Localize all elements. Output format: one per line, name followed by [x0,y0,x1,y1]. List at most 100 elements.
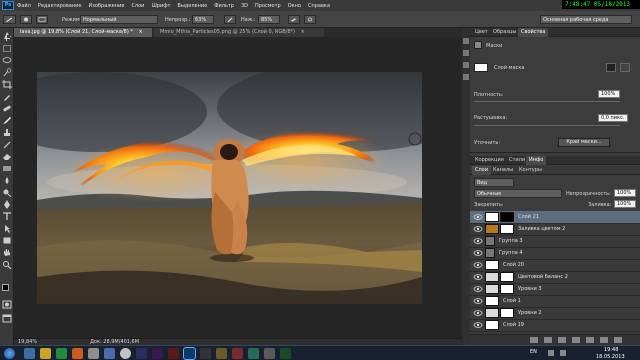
gradient-tool[interactable] [2,164,12,173]
volume-icon[interactable] [560,350,566,356]
blend-mode-dropdown[interactable]: Обычные [474,189,562,198]
photoshop-taskbar-icon[interactable] [183,347,196,360]
eraser-tool[interactable] [2,152,12,161]
mode-dropdown[interactable]: Нормальный [80,15,158,24]
menu-file[interactable]: Файл [17,3,31,9]
taskbar-date[interactable]: 18.05.2013 [596,354,625,360]
layer-row[interactable]: Слой 19 [470,319,640,332]
image-canvas[interactable] [37,72,422,304]
app-icon[interactable] [264,348,275,359]
vector-mask-button[interactable] [620,63,630,72]
tab-close-icon[interactable]: × [139,29,143,35]
app-icon[interactable] [88,348,99,359]
layer-thumbnail[interactable] [485,284,499,294]
app-icon[interactable] [232,348,243,359]
lasso-tool[interactable] [2,56,12,65]
language-indicator[interactable]: EN [530,349,537,355]
type-tool[interactable] [2,212,12,221]
layer-mask-thumbnail[interactable] [500,308,514,318]
layer-mask-thumbnail[interactable] [474,63,488,72]
brush-size-picker[interactable] [20,15,32,24]
mask-edge-button[interactable]: Край маски... [558,138,610,147]
link-layers-icon[interactable] [530,337,538,343]
quick-select-tool[interactable] [2,68,12,77]
layer-thumbnail[interactable] [485,248,495,258]
move-tool[interactable] [2,32,12,41]
eye-icon[interactable] [473,320,483,330]
explorer-icon[interactable] [24,348,35,359]
shape-tool[interactable] [2,236,12,245]
chrome-icon[interactable] [120,348,131,359]
premiere-icon[interactable] [152,348,163,359]
menu-edit[interactable]: Редактирование [38,3,82,9]
layer-opacity-field[interactable]: 100% [614,189,636,197]
flow-field[interactable]: 85% [258,15,280,24]
add-mask-icon[interactable] [558,337,566,343]
media-icon[interactable] [56,348,67,359]
opacity-field[interactable]: 63% [192,15,214,24]
tab-lava-document[interactable]: lava.jpg @ 19,8% (Слой 21, Слой-маска/8)… [14,28,152,37]
density-field[interactable]: 100% [598,90,620,98]
dodge-tool[interactable] [2,188,12,197]
app-icon[interactable] [104,348,115,359]
menu-help[interactable]: Справка [308,3,330,9]
tab-channels[interactable]: Каналы [490,166,516,175]
menu-window[interactable]: Окно [288,3,301,9]
brush-tool[interactable] [2,116,12,125]
after-effects-icon[interactable] [136,348,147,359]
network-icon[interactable] [548,350,554,356]
path-select-tool[interactable] [2,224,12,233]
layer-mask-thumbnail[interactable] [500,272,514,282]
pen-tool[interactable] [2,200,12,209]
new-layer-icon[interactable] [600,337,608,343]
eye-icon[interactable] [473,224,483,234]
airbrush-toggle[interactable] [288,15,300,24]
app-icon[interactable] [248,348,259,359]
menu-view[interactable]: Просмотр [255,3,281,9]
start-button-icon[interactable] [4,348,15,359]
menu-select[interactable]: Выделение [177,3,207,9]
menu-3d[interactable]: 3D [241,3,248,9]
layer-mask-thumbnail[interactable] [500,212,514,222]
character-panel-icon[interactable] [463,74,469,80]
eye-icon[interactable] [473,236,483,246]
zoom-tool[interactable] [2,260,12,269]
clone-stamp-tool[interactable] [2,128,12,137]
eyedropper-tool[interactable] [2,92,12,101]
eye-icon[interactable] [473,296,483,306]
tab-properties[interactable]: Свойства [518,28,549,37]
app-icon[interactable] [280,348,291,359]
layer-thumbnail[interactable] [485,296,499,306]
tab-adjustments[interactable]: Коррекция [472,156,507,165]
tab-swatches[interactable]: Образцы [490,28,519,37]
workspace-dropdown[interactable]: Основная рабочая среда [540,15,632,24]
folder-icon[interactable] [40,348,51,359]
layer-thumbnail[interactable] [485,212,499,222]
eye-icon[interactable] [473,308,483,318]
illustrator-icon[interactable] [168,348,179,359]
pressure-size-toggle[interactable] [304,15,316,24]
actions-panel-icon[interactable] [463,50,469,56]
app-icon[interactable] [216,348,227,359]
eye-icon[interactable] [473,248,483,258]
quick-mask-button[interactable] [2,300,12,309]
tab-layers[interactable]: Слои [472,166,491,175]
history-brush-tool[interactable] [2,140,12,149]
layer-thumbnail[interactable] [485,308,499,318]
new-group-icon[interactable] [586,337,594,343]
layer-mask-thumbnail[interactable] [500,224,514,234]
app-icon[interactable] [200,348,211,359]
layer-filter-dropdown[interactable]: Вид [474,178,514,187]
menu-layers[interactable]: Слои [131,3,144,9]
eye-icon[interactable] [473,284,483,294]
brush-panel-toggle[interactable] [36,15,48,24]
layer-mask-thumbnail[interactable] [500,284,514,294]
eye-icon[interactable] [473,272,483,282]
density-slider[interactable] [474,101,620,102]
history-panel-icon[interactable] [463,38,469,44]
layer-thumbnail[interactable] [485,272,499,282]
menu-image[interactable]: Изображение [88,3,124,9]
pixel-mask-button[interactable] [606,63,616,72]
layer-thumbnail[interactable] [485,236,495,246]
tab-paths[interactable]: Контуры [516,166,545,175]
